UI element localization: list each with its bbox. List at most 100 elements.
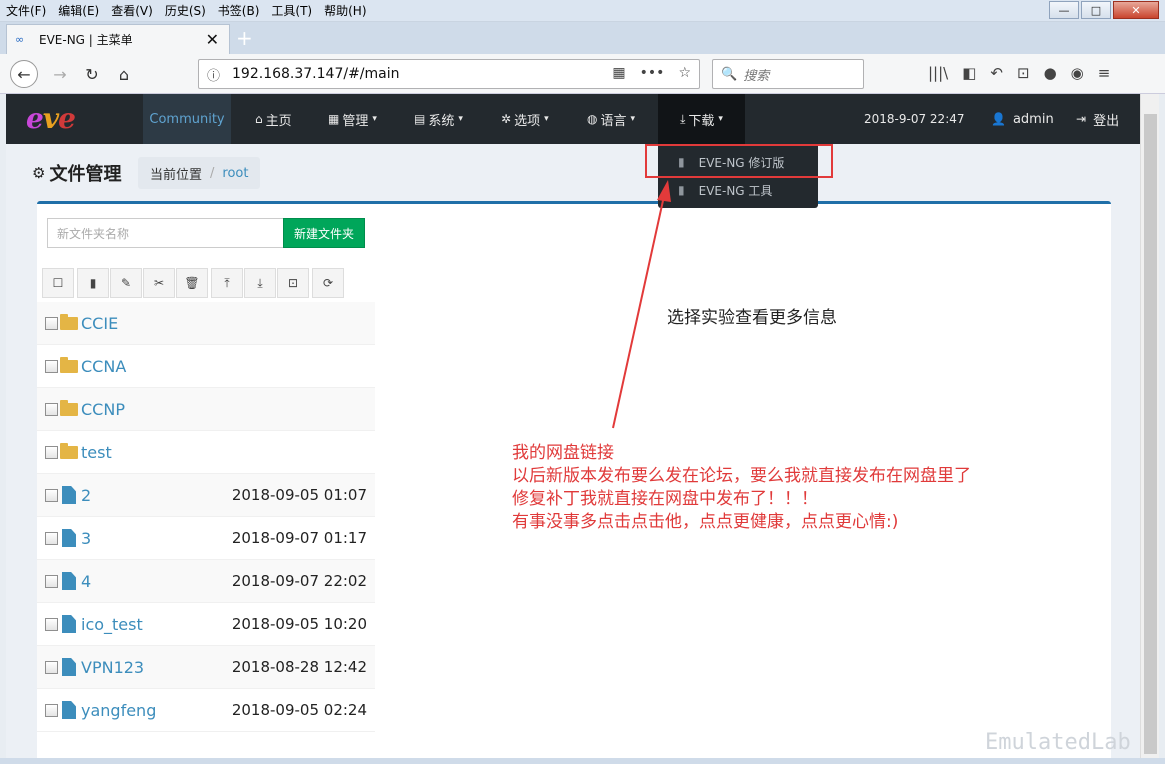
more-actions-icon[interactable]: ••• <box>640 65 665 81</box>
library-icon[interactable]: |||\ <box>928 64 948 82</box>
file-list: CCIE CCNA CCNP test 2 2018-09-05 01:07 3… <box>37 302 375 732</box>
new-folder-input[interactable]: 新文件夹名称 <box>47 218 284 248</box>
menu-view[interactable]: 查看(V) <box>105 2 159 19</box>
grid-icon: ▦ <box>328 112 340 126</box>
user-menu[interactable]: 👤 admin <box>991 94 1054 144</box>
dropdown-item-eve-ng-tools[interactable]: ▮ EVE-NG 工具 <box>658 176 818 204</box>
community-link[interactable]: Community <box>143 94 231 144</box>
row-checkbox[interactable] <box>45 574 58 588</box>
item-date: 2018-09-05 02:24 <box>231 701 367 719</box>
item-name[interactable]: 4 <box>81 572 91 591</box>
list-item[interactable]: CCNA <box>37 345 375 388</box>
nav-system[interactable]: ▤ 系统 ▾ <box>414 94 463 144</box>
page-title: ⚙ 文件管理 <box>32 164 122 185</box>
list-item[interactable]: 3 2018-09-07 01:17 <box>37 517 375 560</box>
home-icon: ⌂ <box>255 112 263 126</box>
scrollbar-thumb[interactable] <box>1144 114 1157 754</box>
nav-download[interactable]: ⤓ 下载 ▾ <box>658 94 745 144</box>
datetime: 2018-9-07 22:47 <box>864 112 965 126</box>
upload-icon[interactable]: ⤒ <box>211 268 243 298</box>
select-all-icon[interactable]: ☐ <box>42 268 74 298</box>
minimize-button[interactable]: — <box>1049 1 1079 19</box>
browser-tab[interactable]: ∞ EVE-NG | 主菜单 ✕ <box>6 24 230 54</box>
book-icon: ▤ <box>414 112 426 126</box>
home-icon[interactable]: ⌂ <box>110 60 138 88</box>
file-icon <box>60 486 78 504</box>
archive-icon[interactable]: ⊡ <box>277 268 309 298</box>
sidebar-icon[interactable]: ◧ <box>962 64 976 82</box>
refresh-icon[interactable]: ⟳ <box>312 268 344 298</box>
menu-tools[interactable]: 工具(T) <box>265 2 318 19</box>
maximize-button[interactable]: □ <box>1081 1 1111 19</box>
delete-icon[interactable]: 🗑 <box>176 268 208 298</box>
menu-file[interactable]: 文件(F) <box>0 2 52 19</box>
search-input[interactable]: 🔍 搜索 <box>712 59 864 89</box>
undo-icon[interactable]: ↶ <box>990 64 1003 82</box>
download-icon: ⤓ <box>680 111 686 126</box>
list-item[interactable]: VPN123 2018-08-28 12:42 <box>37 646 375 689</box>
row-checkbox[interactable] <box>45 660 58 674</box>
list-item[interactable]: 2 2018-09-05 01:07 <box>37 474 375 517</box>
list-item[interactable]: yangfeng 2018-09-05 02:24 <box>37 689 375 732</box>
nav-language[interactable]: ◍ 语言 ▾ <box>587 94 635 144</box>
edit-icon[interactable]: ✎ <box>110 268 142 298</box>
screenshot-icon[interactable]: ⊡ <box>1017 64 1030 82</box>
new-file-icon[interactable]: ▮ <box>77 268 109 298</box>
folder-icon <box>60 356 78 375</box>
window-controls: — □ ✕ <box>1049 1 1159 19</box>
logout-button[interactable]: ⇥ 登出 <box>1076 94 1119 144</box>
row-checkbox[interactable] <box>45 531 58 545</box>
close-window-button[interactable]: ✕ <box>1113 1 1159 19</box>
new-folder-button[interactable]: 新建文件夹 <box>283 218 365 248</box>
row-checkbox[interactable] <box>45 359 58 373</box>
download-icon[interactable]: ⤓ <box>244 268 276 298</box>
list-item[interactable]: 4 2018-09-07 22:02 <box>37 560 375 603</box>
row-checkbox[interactable] <box>45 402 58 416</box>
chat-icon[interactable]: ● <box>1044 64 1057 82</box>
hamburger-menu-icon[interactable]: ≡ <box>1098 64 1111 82</box>
item-name[interactable]: CCIE <box>81 314 118 333</box>
gear-icon: ✲ <box>501 112 512 126</box>
breadcrumb-root[interactable]: root <box>222 166 248 181</box>
item-name[interactable]: ico_test <box>81 615 143 634</box>
reload-icon[interactable]: ↻ <box>78 60 106 88</box>
nav-options[interactable]: ✲ 选项 ▾ <box>501 94 549 144</box>
item-name[interactable]: yangfeng <box>81 701 156 720</box>
list-item[interactable]: test <box>37 431 375 474</box>
item-name[interactable]: VPN123 <box>81 658 144 677</box>
item-name[interactable]: CCNA <box>81 357 126 376</box>
row-checkbox[interactable] <box>45 617 58 631</box>
folder-icon <box>60 313 78 332</box>
item-name[interactable]: 2 <box>81 486 91 505</box>
nav-manage[interactable]: ▦ 管理 ▾ <box>328 94 377 144</box>
forward-icon[interactable]: → <box>46 60 74 88</box>
item-name[interactable]: 3 <box>81 529 91 548</box>
item-name[interactable]: CCNP <box>81 400 125 419</box>
tab-close-icon[interactable]: ✕ <box>206 30 219 49</box>
extension-icon[interactable]: ◉ <box>1071 64 1084 82</box>
qr-code-icon[interactable]: ▦ <box>612 65 625 81</box>
row-checkbox[interactable] <box>45 445 58 459</box>
info-icon[interactable]: ⓘ <box>207 65 220 84</box>
back-icon[interactable]: ← <box>10 60 38 88</box>
file-icon: ▮ <box>678 183 685 197</box>
page-scrollbar[interactable] <box>1140 94 1159 758</box>
menu-help[interactable]: 帮助(H) <box>318 2 372 19</box>
row-checkbox[interactable] <box>45 703 58 717</box>
nav-home[interactable]: ⌂ 主页 <box>255 94 292 144</box>
url-bar[interactable]: ⓘ 192.168.37.147/#/main ▦ ••• ☆ <box>198 59 700 89</box>
row-checkbox[interactable] <box>45 488 58 502</box>
list-item[interactable]: CCIE <box>37 302 375 345</box>
bookmark-star-icon[interactable]: ☆ <box>678 65 691 81</box>
menu-edit[interactable]: 编辑(E) <box>52 2 105 19</box>
new-tab-icon[interactable]: + <box>236 26 253 50</box>
eve-logo[interactable]: eve <box>26 102 76 135</box>
item-name[interactable]: test <box>81 443 112 462</box>
menu-history[interactable]: 历史(S) <box>159 2 212 19</box>
list-item[interactable]: ico_test 2018-09-05 10:20 <box>37 603 375 646</box>
cut-icon[interactable]: ✂ <box>143 268 175 298</box>
breadcrumb: 当前位置 / root <box>138 157 261 189</box>
row-checkbox[interactable] <box>45 316 58 330</box>
list-item[interactable]: CCNP <box>37 388 375 431</box>
menu-bookmarks[interactable]: 书签(B) <box>212 2 266 19</box>
